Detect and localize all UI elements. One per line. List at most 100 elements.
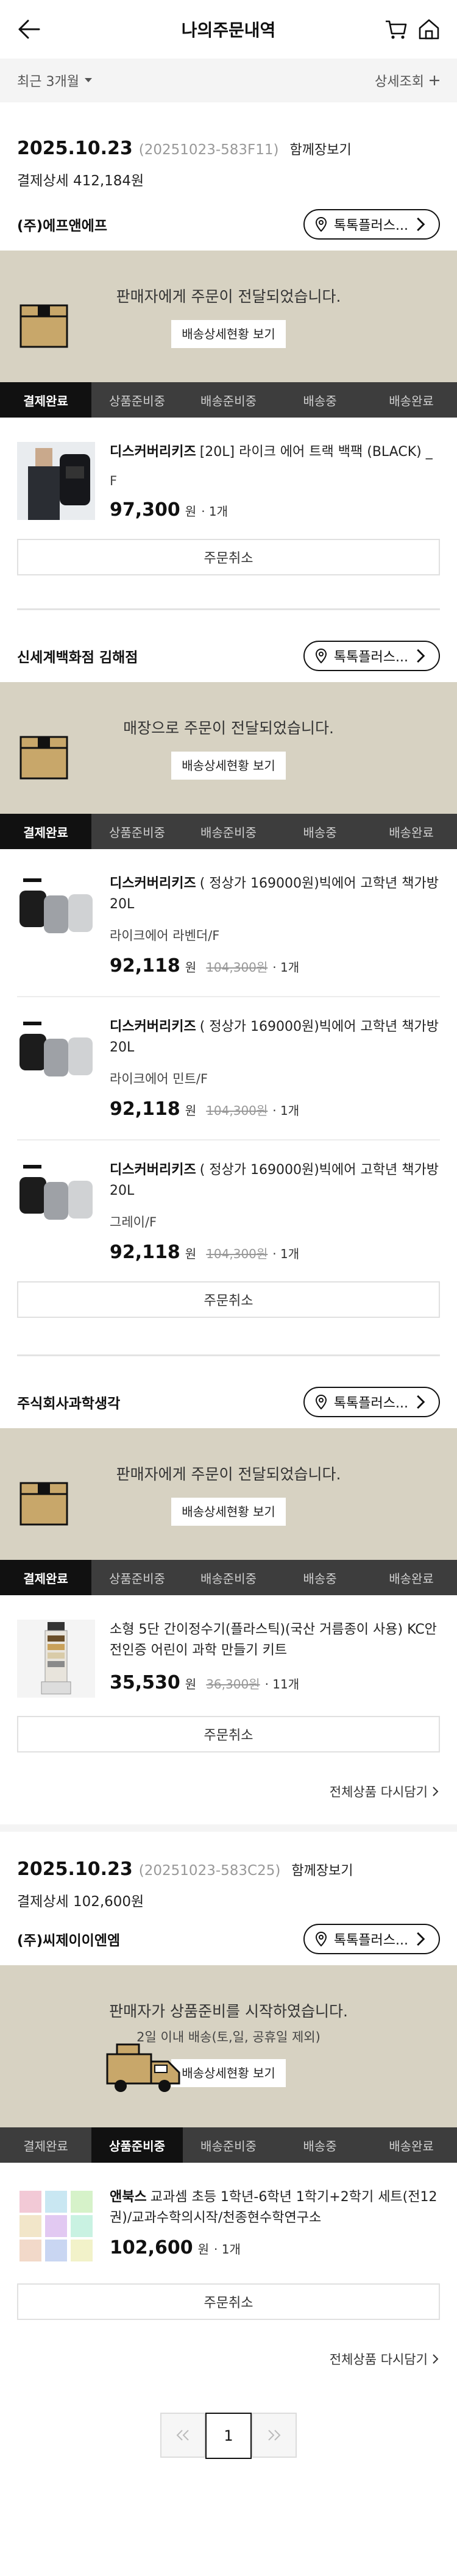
double-chevron-left-icon [176,2430,189,2441]
cart-icon[interactable] [384,17,408,41]
track-delivery-button[interactable]: 배송상세현황 보기 [171,320,286,348]
order-card: 2025.10.23 (20251023-583C25) 함께장보기 결제상세 … [0,1832,457,2382]
box-icon [19,1482,68,1526]
product-brand: 디스커버리키즈 [110,1019,196,1034]
price-unit: 원 [185,1103,197,1118]
product-option: F [110,474,118,488]
product-price: 97,300 [110,499,180,521]
seller-group: 주식회사과학생각 톡톡플러스... 판매자에게 주문이 전달되었습니다. 배송상… [0,1376,457,1815]
product-price: 35,530 [110,1672,180,1693]
price-unit: 원 [185,1247,197,1261]
step-delivered: 배송완료 [389,393,434,408]
page-title: 나의주문내역 [181,20,276,40]
step-preparing-shipment: 배송준비중 [200,825,257,840]
order-date: 2025.10.23 [17,1859,133,1880]
payment-summary[interactable]: 결제상세 412,184원 [17,169,440,190]
rebuy-all-label: 전체상품 다시담기 [329,1785,428,1799]
step-payment-complete: 결제완료 [23,2138,68,2154]
step-payment-complete: 결제완료 [0,1560,91,1595]
product-price: 92,118 [110,1242,180,1263]
order-item[interactable]: 디스커버리키즈( 정상가 169000원)빅에어 고학년 책가방 20L 그레이… [0,1140,457,1263]
order-date: 2025.10.23 [17,138,133,159]
talk-plus-button[interactable]: 톡톡플러스... [303,209,440,240]
product-thumbnail [17,442,95,520]
app-header: 나의주문내역 [0,0,457,59]
order-item[interactable]: 앤북스 교과셈 초등 1학년-6학년 1학기+2학기 세트(전12권)/교과수학의… [0,2163,457,2265]
detail-search-button[interactable]: 상세조회 [375,71,440,90]
chevron-right-icon [417,1932,425,1946]
back-arrow-icon[interactable] [17,18,41,40]
seller-group: (주)에프앤에프 톡톡플러스... 판매자에게 주문이 전달되었습니다. 배송상… [0,198,457,575]
chevron-right-icon [417,217,425,232]
truck-icon [106,2043,180,2092]
talk-plus-label: 톡톡플러스... [333,1933,408,1948]
talk-plus-button[interactable]: 톡톡플러스... [303,1387,440,1417]
current-page[interactable]: 1 [205,2413,252,2459]
caret-down-icon [84,78,92,82]
next-page-button[interactable] [252,2413,297,2458]
order-card: 2025.10.23 (20251023-583F11) 함께장보기 결제상세 … [0,102,457,1815]
cancel-order-button[interactable]: 주문취소 [17,2283,440,2320]
price-unit: 원 [185,960,197,975]
progress-steps: 결제완료 상품준비중 배송준비중 배송중 배송완료 [0,2127,457,2163]
period-label: 최근 3개월 [17,74,79,90]
seller-name[interactable]: 주식회사과학생각 [17,1392,120,1412]
order-status-panel: 판매자가 상품준비를 시작하였습니다. 2일 이내 배송(토,일, 공휴일 제외… [0,1965,457,2127]
order-header: 2025.10.23 (20251023-583F11) 함께장보기 결제상세 … [0,102,457,190]
step-preparing-shipment: 배송준비중 [200,2138,257,2154]
seller-group: (주)씨제이이엔엠 톡톡플러스... 판매자가 상품준비를 시작하였습니다. 2… [0,1913,457,2382]
step-shipping: 배송중 [303,2138,337,2154]
seller-name[interactable]: (주)씨제이이엔엠 [17,1929,120,1949]
product-thumbnail [17,873,95,952]
price-unit: 원 [185,504,197,519]
product-thumbnail [17,1160,95,1238]
order-status-panel: 매장으로 주문이 전달되었습니다. 배송상세현황 보기 [0,682,457,814]
track-delivery-button[interactable]: 배송상세현황 보기 [171,1498,286,1526]
cancel-order-button[interactable]: 주문취소 [17,539,440,575]
original-price: 104,300원 [206,1247,268,1261]
product-quantity: · 1개 [214,2242,241,2257]
product-quantity: · 1개 [272,1103,300,1118]
talk-plus-button[interactable]: 톡톡플러스... [303,641,440,671]
seller-name[interactable]: (주)에프앤에프 [17,214,107,235]
double-chevron-right-icon [268,2430,281,2441]
original-price: 104,300원 [206,1103,268,1118]
rebuy-all-button[interactable]: 전체상품 다시담기 [0,1768,457,1815]
rebuy-all-button[interactable]: 전체상품 다시담기 [0,2336,457,2382]
prev-page-button[interactable] [160,2413,205,2458]
product-brand: 디스커버리키즈 [110,444,196,460]
product-quantity: · 1개 [201,504,228,519]
cancel-order-button[interactable]: 주문취소 [17,1281,440,1318]
order-detail-link[interactable]: 함께장보기 [291,1860,353,1879]
order-item[interactable]: 소형 5단 간이정수기(플라스틱)(국산 거름종이 사용) KC안전인증 어린이… [0,1595,457,1698]
original-price: 36,300원 [206,1677,260,1692]
order-item[interactable]: 디스커버리키즈( 정상가 169000원)빅에어 고학년 책가방 20L 라이크… [0,997,457,1120]
talk-plus-button[interactable]: 톡톡플러스... [303,1924,440,1954]
product-thumbnail [17,1017,95,1095]
product-option: 그레이/F [110,1215,157,1229]
order-item[interactable]: 디스커버리키즈( 정상가 169000원)빅에어 고학년 책가방 20L 라이크… [0,849,457,977]
cancel-order-button[interactable]: 주문취소 [17,1716,440,1752]
chevron-right-icon [433,1787,439,1796]
box-icon [19,304,68,348]
track-delivery-button[interactable]: 배송상세현황 보기 [171,2059,286,2087]
step-delivered: 배송완료 [389,825,434,840]
order-item[interactable]: 디스커버리키즈 [20L] 라이크 에어 트랙 백팩 (BLACK) _ F 97… [0,418,457,521]
home-icon[interactable] [417,17,441,41]
location-pin-icon [315,216,327,232]
box-icon [19,736,68,780]
payment-summary[interactable]: 결제상세 102,600원 [17,1890,440,1910]
step-shipping: 배송중 [303,393,337,408]
seller-name[interactable]: 신세계백화점 김해점 [17,646,138,666]
order-header: 2025.10.23 (20251023-583C25) 함께장보기 결제상세 … [0,1832,457,1910]
divider [17,608,440,610]
order-number: (20251023-583F11) [138,142,279,158]
progress-steps: 결제완료 상품준비중 배송준비중 배송중 배송완료 [0,1560,457,1595]
track-delivery-button[interactable]: 배송상세현황 보기 [171,752,286,780]
rebuy-all-label: 전체상품 다시담기 [329,2352,428,2367]
original-price: 104,300원 [206,960,268,975]
order-detail-link[interactable]: 함께장보기 [290,139,352,158]
step-shipping: 배송중 [303,1571,337,1586]
divider [17,1354,440,1356]
period-select[interactable]: 최근 3개월 [17,71,93,90]
